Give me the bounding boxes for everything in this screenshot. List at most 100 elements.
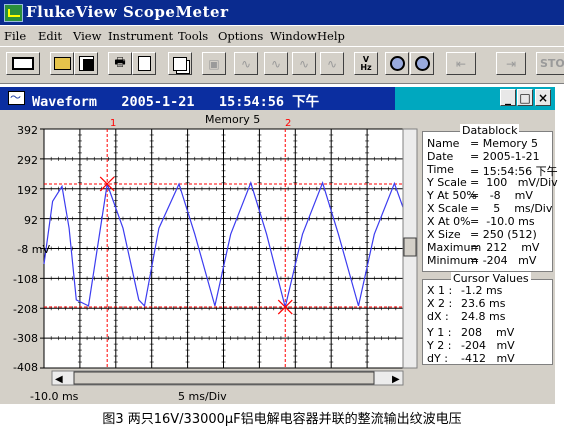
waveform-window-title: Waveform 2005-1-21 15:54:56 下午 — [32, 94, 320, 110]
y-tick-label: 292 — [17, 154, 38, 167]
menu-view[interactable]: View — [73, 29, 101, 43]
waveform-icon: ∿ — [270, 56, 282, 71]
maximize-button[interactable]: □ — [517, 89, 533, 106]
y-tick-label: -308 — [13, 332, 38, 345]
cursor-key: X 1 : — [427, 284, 453, 297]
cursor-key: dY : — [427, 352, 448, 365]
datablock-title: Datablock — [460, 124, 520, 137]
cursor-1-label: 1 — [110, 118, 117, 129]
cursor-key: Y 1 : — [427, 326, 452, 339]
datablock-value: = -204 mV — [470, 254, 537, 267]
waveform-window-icon — [8, 89, 25, 105]
datablock-key: Time — [427, 163, 454, 176]
scroll-right-icon[interactable]: ▶ — [392, 374, 400, 385]
camera-icon: ▣ — [208, 56, 220, 71]
cursor-value: -204 mV — [461, 339, 515, 352]
datablock-value: = Memory 5 — [470, 137, 538, 150]
waveform-window-title-bar: Waveform 2005-1-21 15:54:56 下午 — [0, 87, 555, 110]
move-left-button[interactable]: ⇤ — [446, 52, 476, 75]
arrow-right-icon: ⇥ — [505, 56, 517, 71]
y-tick-label: -208 — [13, 303, 38, 316]
cursor-value: 23.6 ms — [461, 297, 506, 310]
menu-edit[interactable]: Edit — [38, 29, 62, 43]
y-tick-label: -8 mV — [17, 243, 50, 256]
datablock-key: Date — [427, 150, 454, 163]
waveform-icon: ∿ — [240, 56, 252, 71]
camera-button[interactable]: ▣ — [202, 52, 226, 75]
cursor-value: 24.8 ms — [461, 310, 506, 323]
datablock-key: X At 0% — [427, 215, 471, 228]
app-icon — [4, 4, 23, 22]
printer-icon: 🖶 — [114, 55, 126, 69]
menu-instrument[interactable]: Instrument — [108, 29, 173, 43]
y-tick-label: 392 — [17, 124, 38, 137]
copy-button[interactable] — [168, 52, 192, 75]
cursor-value: -412 mV — [461, 352, 515, 365]
y-tick-label: -108 — [13, 273, 38, 286]
y-tick-label: -408 — [13, 361, 38, 374]
datablock-value: = -10.0 ms — [470, 215, 535, 228]
menu-file[interactable]: File — [4, 29, 26, 43]
figure-caption: 图3 两只16V/33000μF铝电解电容器并联的整流输出纹波电压 — [102, 412, 462, 427]
instrument-icon — [12, 57, 34, 70]
cursor-key: Y 2 : — [427, 339, 452, 352]
datablock-key: Name — [427, 137, 460, 150]
app-title: FlukeView ScopeMeter — [26, 3, 229, 21]
connect-instrument-button[interactable] — [6, 52, 40, 75]
y-tick-label: 192 — [17, 184, 38, 197]
memory-label: Memory 5 — [205, 113, 261, 126]
horizontal-scroll-thumb[interactable] — [73, 371, 375, 385]
vertical-scroll-thumb[interactable] — [403, 237, 417, 257]
menu-options[interactable]: Options — [218, 29, 263, 43]
waveform-2-button[interactable]: ∿ — [264, 52, 288, 75]
datablock-value: = -8 mV — [470, 189, 533, 202]
minimize-button[interactable]: _ — [500, 89, 516, 106]
save-button[interactable] — [74, 52, 98, 75]
scroll-left-icon[interactable]: ◀ — [55, 374, 63, 385]
cursor-key: X 2 : — [427, 297, 453, 310]
print-preview-icon — [137, 56, 151, 71]
waveform-4-button[interactable]: ∿ — [320, 52, 344, 75]
datablock-value: = 5 ms/Div — [470, 202, 553, 215]
zoom-in-button[interactable] — [385, 52, 409, 75]
stop-button[interactable]: STO — [536, 52, 564, 75]
copy-icon — [173, 56, 187, 71]
datablock-value: = 100 mV/Div — [470, 176, 558, 189]
print-preview-button[interactable] — [132, 52, 156, 75]
menu-help[interactable]: Help — [317, 29, 345, 43]
cursor-key: dX : — [427, 310, 449, 323]
floppy-disk-icon — [78, 56, 94, 71]
menu-window[interactable]: Window — [270, 29, 317, 43]
open-button[interactable] — [50, 52, 74, 75]
y-tick-label: 92 — [24, 214, 38, 227]
print-button[interactable]: 🖶 — [108, 52, 132, 75]
datablock-key: Y Scale — [427, 176, 467, 189]
menu-bar: File Edit View Instrument Tools Options … — [0, 26, 564, 46]
x-axis-start-label: -10.0 ms — [30, 390, 79, 403]
menu-tools[interactable]: Tools — [178, 29, 208, 43]
zoom-out-icon — [414, 56, 430, 71]
waveform-3-button[interactable]: ∿ — [292, 52, 316, 75]
scope-display: ◀ ▶ — [40, 128, 418, 386]
cursor-value: -1.2 ms — [461, 284, 503, 297]
toolbar: 🖶 ▣ ∿ ∿ ∿ ∿ V Hz ⇤ ⇥ STO — [0, 46, 564, 84]
datablock-key: X Scale — [427, 202, 468, 215]
zoom-out-button[interactable] — [410, 52, 434, 75]
app-title-bar: FlukeView ScopeMeter — [0, 0, 564, 25]
move-right-button[interactable]: ⇥ — [496, 52, 526, 75]
datablock-value: = 212 mV — [470, 241, 540, 254]
waveform-1-button[interactable]: ∿ — [234, 52, 258, 75]
waveform-icon: ∿ — [298, 56, 310, 71]
datablock-value: = 2005-1-21 — [470, 150, 540, 163]
units-button[interactable]: V Hz — [354, 52, 378, 75]
arrow-left-icon: ⇤ — [455, 56, 467, 71]
cursor-2-label: 2 — [285, 118, 292, 129]
x-axis-scale-label: 5 ms/Div — [178, 390, 227, 403]
cursor-value: 208 mV — [461, 326, 515, 339]
close-button[interactable]: × — [535, 89, 551, 106]
waveform-icon: ∿ — [326, 56, 338, 71]
datablock-key: X Size — [427, 228, 461, 241]
vhz-icon: V Hz — [360, 54, 372, 72]
folder-open-icon — [53, 57, 71, 70]
datablock-value: = 250 (512) — [470, 228, 537, 241]
